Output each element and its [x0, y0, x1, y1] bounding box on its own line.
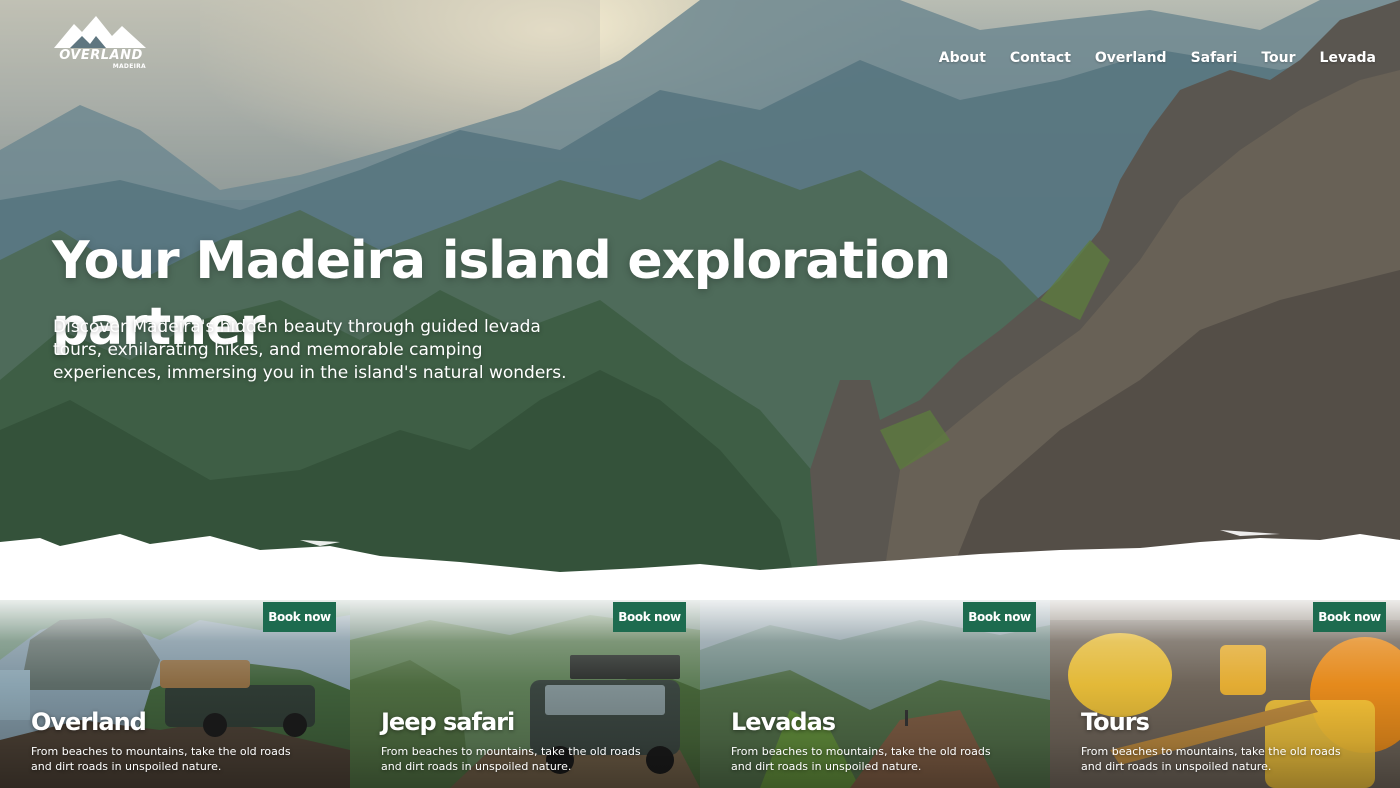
mountain-logo-icon [54, 16, 146, 48]
nav-item-safari[interactable]: Safari [1191, 50, 1238, 66]
book-now-button[interactable]: Book now [1313, 602, 1386, 632]
book-now-button[interactable]: Book now [963, 602, 1036, 632]
book-now-button[interactable]: Book now [263, 602, 336, 632]
card-levadas[interactable]: Book now Levadas From beaches to mountai… [700, 600, 1050, 788]
brand-subtitle: MADEIRA [112, 63, 146, 70]
card-title: Tours [1081, 708, 1150, 736]
service-cards: Book now Overland From beaches to mounta… [0, 600, 1400, 788]
book-now-button[interactable]: Book now [613, 602, 686, 632]
brand-name: OVERLAND [59, 48, 143, 63]
card-title: Jeep safari [381, 708, 515, 736]
nav-item-about[interactable]: About [939, 50, 986, 66]
card-description: From beaches to mountains, take the old … [381, 745, 641, 773]
card-description: From beaches to mountains, take the old … [31, 745, 291, 773]
card-description: From beaches to mountains, take the old … [1081, 745, 1341, 773]
nav-item-contact[interactable]: Contact [1010, 50, 1071, 66]
brand-logo[interactable]: OVERLAND MADEIRA [52, 14, 148, 72]
card-tours[interactable]: Book now Tours From beaches to mountains… [1050, 600, 1400, 788]
page: OVERLAND MADEIRA About Contact Overland … [0, 0, 1400, 788]
card-jeep-safari[interactable]: Book now Jeep safari From beaches to mou… [350, 600, 700, 788]
main-nav: About Contact Overland Safari Tour Levad… [939, 50, 1376, 66]
card-overland[interactable]: Book now Overland From beaches to mounta… [0, 600, 350, 788]
card-description: From beaches to mountains, take the old … [731, 745, 991, 773]
nav-item-tour[interactable]: Tour [1261, 50, 1295, 66]
hero-description: Discover Madeira's hidden beauty through… [53, 317, 567, 383]
nav-item-overland[interactable]: Overland [1095, 50, 1167, 66]
card-title: Levadas [731, 708, 836, 736]
card-title: Overland [31, 708, 147, 736]
nav-item-levada[interactable]: Levada [1320, 50, 1376, 66]
